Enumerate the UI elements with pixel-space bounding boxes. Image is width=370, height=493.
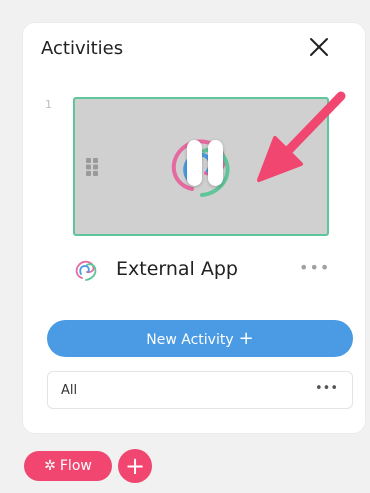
sparkle-icon: ✲ [44, 458, 56, 474]
activity-app-name: External App [116, 258, 238, 280]
activity-app-row: External App ••• [73, 255, 329, 285]
activity-card[interactable] [73, 91, 346, 236]
filter-value: All [61, 383, 78, 398]
pause-icon[interactable] [185, 140, 225, 186]
new-activity-label: New Activity [146, 332, 234, 348]
annotation-arrow-icon [257, 91, 346, 182]
flow-button[interactable]: ✲ Flow [24, 451, 112, 481]
activity-more-button[interactable]: ••• [299, 258, 329, 280]
activity-filter-select[interactable]: All ••• [47, 371, 353, 409]
drag-handle-icon[interactable] [85, 157, 99, 177]
plus-icon: + [238, 328, 254, 349]
external-app-icon [75, 260, 97, 281]
activity-index: 1 [45, 98, 52, 111]
activities-panel: Activities 1 External App ••• New Activi… [23, 23, 365, 433]
panel-title: Activities [41, 38, 124, 59]
close-icon[interactable] [307, 35, 331, 59]
filter-more-button[interactable]: ••• [315, 381, 338, 396]
flow-label: Flow [59, 458, 92, 474]
new-activity-button[interactable]: New Activity + [47, 320, 353, 357]
add-button[interactable]: + [118, 449, 152, 483]
